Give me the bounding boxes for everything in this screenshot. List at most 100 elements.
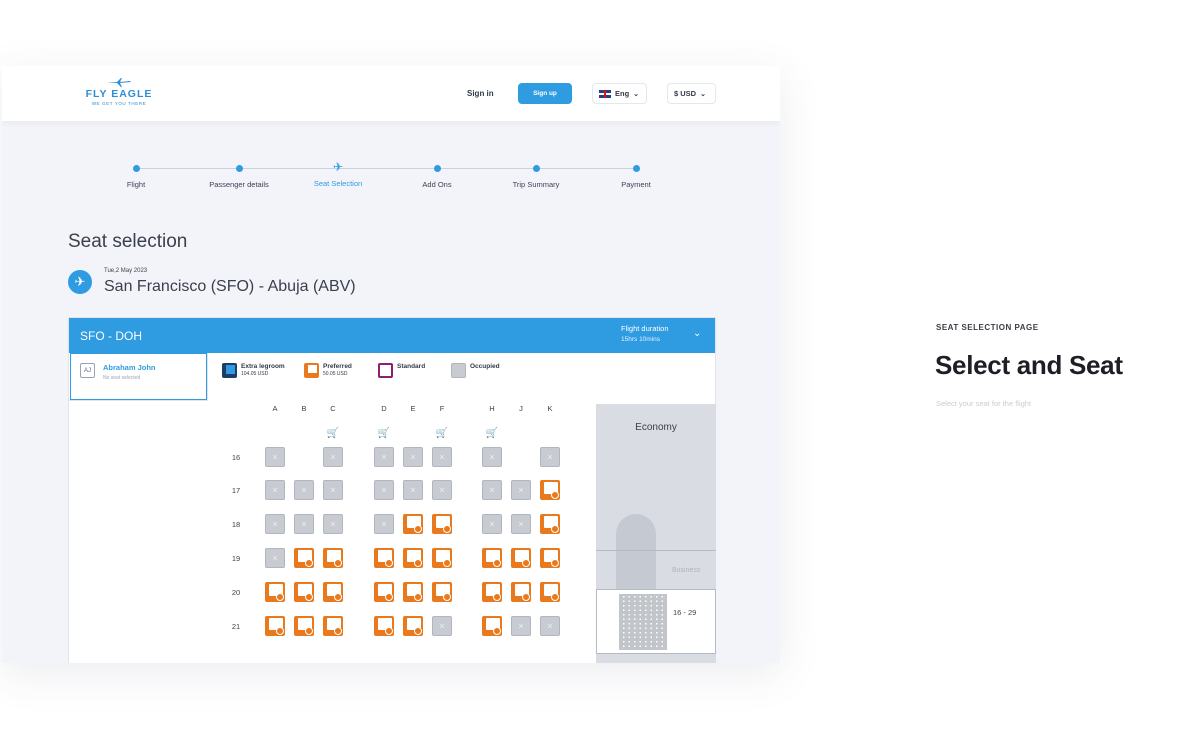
legend-extra-legroom: Extra legroom 104.05 USD	[222, 363, 285, 378]
preferred-seat-20D[interactable]	[374, 582, 394, 602]
flight-leg-header[interactable]: SFO - DOH Flight duration 15hrs 10mins ⌄	[69, 318, 715, 353]
preferred-seat-21H[interactable]	[482, 616, 502, 636]
sign-in-link[interactable]: Sign in	[467, 89, 494, 98]
preferred-seat-21B[interactable]	[294, 616, 314, 636]
divider	[207, 353, 208, 401]
preferred-seat-21E[interactable]	[403, 616, 423, 636]
step-label: Payment	[621, 180, 651, 189]
row-number: 17	[231, 486, 241, 495]
flight-duration-value: 15hrs 10mins	[621, 336, 661, 343]
column-header: D	[381, 404, 387, 413]
occupied-seat-17D	[374, 480, 394, 500]
step-payment[interactable]: Payment	[576, 161, 696, 189]
preferred-seat-20E[interactable]	[403, 582, 423, 602]
promo-subtitle: Select your seat for the flight	[936, 399, 1032, 408]
occupied-seat-18B	[294, 514, 314, 534]
passenger-card[interactable]: AJ Abraham John No seat selected	[70, 353, 207, 400]
bassinet-icon: 🛒	[485, 428, 499, 439]
passenger-initials: AJ	[80, 363, 95, 378]
preferred-seat-18F[interactable]	[432, 514, 452, 534]
preferred-seat-18E[interactable]	[403, 514, 423, 534]
cabin-minimap[interactable]: Economy Business 16 - 29	[596, 404, 716, 663]
column-header: E	[410, 404, 416, 413]
chevron-down-icon[interactable]: ⌄	[693, 328, 701, 339]
preferred-seat-20A[interactable]	[265, 582, 285, 602]
row-number: 16	[231, 453, 241, 462]
occupied-seat-16K	[540, 447, 560, 467]
preferred-seat-17K[interactable]	[540, 480, 560, 500]
booking-stepper: Flight Passenger details ✈ Seat Selectio…	[2, 161, 780, 201]
preferred-seat-18K[interactable]	[540, 514, 560, 534]
chevron-down-icon: ⌄	[700, 90, 706, 98]
language-dropdown[interactable]: Eng ⌄	[592, 83, 647, 104]
extra-legroom-seat-icon	[222, 363, 237, 378]
column-header: A	[272, 404, 278, 413]
column-header: H	[489, 404, 495, 413]
currency-dropdown[interactable]: $ USD ⌄	[667, 83, 716, 104]
minimap-seats	[619, 594, 667, 650]
preferred-seat-19D[interactable]	[374, 548, 394, 568]
preferred-seat-19E[interactable]	[403, 548, 423, 568]
occupied-seat-16F	[432, 447, 452, 467]
step-flight[interactable]: Flight	[76, 161, 196, 189]
occupied-seat-16D	[374, 447, 394, 467]
occupied-seat-17B	[294, 480, 314, 500]
occupied-seat-icon	[451, 363, 466, 378]
flight-leg: SFO - DOH	[80, 329, 142, 343]
brand-logo[interactable]: FLY EAGLE WE GET YOU THERE	[82, 78, 156, 106]
column-header: F	[439, 404, 445, 413]
occupied-seat-17C	[323, 480, 343, 500]
occupied-seat-18C	[323, 514, 343, 534]
preferred-seat-20F[interactable]	[432, 582, 452, 602]
preferred-seat-19K[interactable]	[540, 548, 560, 568]
preferred-seat-21C[interactable]	[323, 616, 343, 636]
airplane-icon: ✈	[68, 270, 92, 294]
row-number: 21	[231, 622, 241, 631]
flight-date: Tue,2 May 2023	[104, 268, 148, 274]
occupied-seat-16E	[403, 447, 423, 467]
flight-route: San Francisco (SFO) - Abuja (ABV)	[104, 278, 356, 295]
occupied-seat-16A	[265, 447, 285, 467]
preferred-seat-20C[interactable]	[323, 582, 343, 602]
plane-logo-icon	[107, 78, 131, 87]
preferred-seat-20H[interactable]	[482, 582, 502, 602]
chevron-down-icon: ⌄	[633, 90, 640, 98]
preferred-seat-19F[interactable]	[432, 548, 452, 568]
preferred-seat-19B[interactable]	[294, 548, 314, 568]
cabin-name: Economy	[635, 422, 677, 433]
language-value: Eng	[615, 89, 630, 98]
legend-label: Preferred	[323, 363, 352, 370]
step-dot	[532, 165, 540, 172]
preferred-seat-19H[interactable]	[482, 548, 502, 568]
step-dot	[433, 165, 441, 172]
divider	[69, 400, 207, 401]
preferred-seat-20B[interactable]	[294, 582, 314, 602]
preferred-seat-19J[interactable]	[511, 548, 531, 568]
row-number: 19	[231, 554, 241, 563]
bassinet-icon: 🛒	[377, 428, 391, 439]
standard-seat-icon	[378, 363, 393, 378]
step-dot	[235, 165, 243, 172]
preferred-seat-20K[interactable]	[540, 582, 560, 602]
sign-up-button[interactable]: Sign up	[518, 83, 572, 104]
bassinet-icon: 🛒	[435, 428, 449, 439]
minimap-viewport[interactable]: 16 - 29	[596, 589, 716, 654]
step-dot	[132, 165, 140, 172]
occupied-seat-16H	[482, 447, 502, 467]
preferred-seat-20J[interactable]	[511, 582, 531, 602]
legend-label: Standard	[397, 363, 426, 370]
passenger-seat-status: No seat selected	[103, 375, 141, 381]
step-dot	[632, 165, 640, 172]
step-label: Flight	[126, 180, 146, 189]
seat-selection-panel: SFO - DOH Flight duration 15hrs 10mins ⌄…	[68, 317, 716, 663]
legend-label: Extra legroom	[241, 363, 285, 370]
occupied-seat-18D	[374, 514, 394, 534]
row-number: 20	[231, 588, 241, 597]
page-title: Seat selection	[68, 231, 188, 252]
occupied-seat-21J	[511, 616, 531, 636]
occupied-seat-21K	[540, 616, 560, 636]
preferred-seat-21A[interactable]	[265, 616, 285, 636]
preferred-seat-19C[interactable]	[323, 548, 343, 568]
flight-duration-label: Flight duration	[621, 324, 669, 333]
preferred-seat-21D[interactable]	[374, 616, 394, 636]
